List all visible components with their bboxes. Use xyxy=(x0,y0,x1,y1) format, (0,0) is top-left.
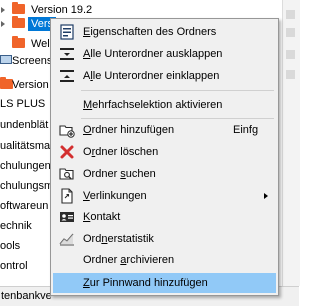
menu-item-label: Kontakt xyxy=(83,211,121,223)
menu-item-add-folder[interactable]: Ordner hinzufügen Einfg xyxy=(53,120,276,140)
menu-separator xyxy=(81,118,274,119)
menu-item-delete-folder[interactable]: Ordner löschen xyxy=(53,142,276,162)
expand-arrow-icon[interactable] xyxy=(1,7,5,13)
contact-card-icon xyxy=(59,209,75,225)
menu-item-links[interactable]: Verlinkungen xyxy=(53,186,276,206)
panel-marker xyxy=(286,50,295,59)
panel-marker xyxy=(286,28,295,37)
menu-item-add-to-pinboard[interactable]: Zur Pinnwand hinzufügen xyxy=(53,273,276,293)
menu-item-collapse-all[interactable]: Alle Unterordner einklappen xyxy=(53,66,276,86)
menu-item-label: Ordner archivieren xyxy=(83,254,175,266)
tree-item[interactable]: ualitätsmai xyxy=(0,136,53,156)
tree-item[interactable]: echnik xyxy=(0,216,32,236)
menu-item-label: Ordner hinzufügen xyxy=(83,124,175,136)
context-menu: Eigenschaften des Ordners Alle Unterordn… xyxy=(50,18,279,296)
menu-item-label: Ordnerstatistik xyxy=(83,233,154,245)
expand-arrow-icon[interactable] xyxy=(1,21,5,27)
tree-item-selected[interactable]: Vers xyxy=(0,14,57,34)
submenu-arrow-icon xyxy=(264,193,268,199)
tree-item-label: ualitätsmai xyxy=(0,140,53,152)
tree-item-label: chulungsm xyxy=(0,180,54,192)
tree-item-label: oftwareun xyxy=(0,200,49,212)
menu-item-label: Verlinkungen xyxy=(83,190,147,202)
tree-item[interactable]: ools xyxy=(0,236,20,256)
menu-item-archive-folder[interactable]: Ordner archivieren xyxy=(53,250,276,270)
menu-item-folder-properties[interactable]: Eigenschaften des Ordners xyxy=(53,22,276,42)
tree-item[interactable]: chulungen xyxy=(0,156,51,176)
menu-item-label: Ordner suchen xyxy=(83,168,156,180)
statistics-icon xyxy=(59,231,75,247)
tree-item-label: Version 19.2 xyxy=(31,4,93,16)
menu-item-shortcut: Einfg xyxy=(233,124,259,136)
tree-item[interactable]: chulungsm xyxy=(0,176,53,196)
menu-separator xyxy=(81,90,274,91)
menu-item-search-folder[interactable]: Ordner suchen xyxy=(53,164,276,184)
menu-item-contact[interactable]: Kontakt xyxy=(53,207,276,227)
tree-item-label: ools xyxy=(0,240,21,252)
status-text: tenbankve xyxy=(1,290,52,302)
menu-item-label: Eigenschaften des Ordners xyxy=(83,26,217,38)
folder-icon xyxy=(12,2,25,14)
search-folder-icon xyxy=(59,166,75,182)
menu-item-label: Ordner löschen xyxy=(83,146,159,158)
tree-item[interactable]: undenblät xyxy=(0,115,48,135)
folder-icon xyxy=(12,36,25,48)
tree-item-label: Wel xyxy=(31,38,50,50)
tree-item-ls-plus[interactable]: LS PLUS xyxy=(0,94,45,114)
menu-item-label: Alle Unterordner ausklappen xyxy=(83,48,223,60)
tree-item-label: LS PLUS xyxy=(0,98,46,110)
delete-icon xyxy=(59,144,75,160)
side-panel-edge xyxy=(282,0,300,286)
folder-properties-icon xyxy=(59,24,75,40)
tree-item-label: Screens xyxy=(12,55,53,67)
folder-icon xyxy=(12,16,25,28)
menu-item-label: Mehrfachselektion aktivieren xyxy=(83,99,223,111)
expand-all-icon xyxy=(59,46,75,62)
tree-item-label: echnik xyxy=(0,220,32,232)
screen-icon xyxy=(0,55,12,64)
add-folder-icon xyxy=(59,122,75,138)
menu-item-expand-all[interactable]: Alle Unterordner ausklappen xyxy=(53,44,276,64)
tree-item-label: ontrol xyxy=(0,260,28,272)
tree-item[interactable]: ontrol xyxy=(0,256,28,276)
menu-item-label: Zur Pinnwand hinzufügen xyxy=(83,277,208,289)
tree-item[interactable]: oftwareun xyxy=(0,196,48,216)
collapse-all-icon xyxy=(59,68,75,84)
tree-item-label: undenblät xyxy=(0,119,49,131)
tree-item-version[interactable]: Version xyxy=(0,75,49,95)
panel-marker xyxy=(286,70,295,79)
menu-item-multiselect[interactable]: Mehrfachselektion aktivieren xyxy=(53,95,276,115)
links-icon xyxy=(59,188,75,204)
menu-item-folder-statistics[interactable]: Ordnerstatistik xyxy=(53,229,276,249)
tree-item-screens[interactable]: Screens xyxy=(0,51,52,71)
tree-item-label: chulungen xyxy=(0,160,51,172)
panel-marker xyxy=(286,10,295,19)
tree-item-label: Version xyxy=(12,79,49,91)
menu-item-label: Alle Unterordner einklappen xyxy=(83,70,220,82)
